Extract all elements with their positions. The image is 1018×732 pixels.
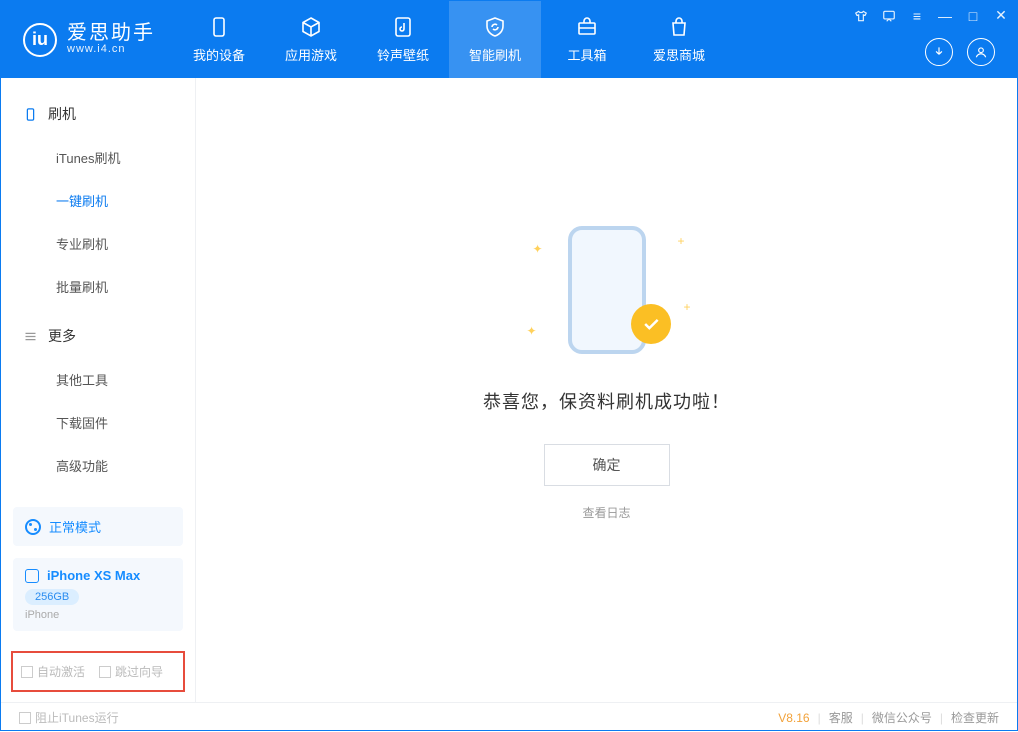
sidebar-item-batch-flash[interactable]: 批量刷机 bbox=[1, 265, 195, 308]
tab-label: 铃声壁纸 bbox=[377, 45, 429, 64]
minimize-button[interactable]: — bbox=[937, 8, 953, 24]
account-button[interactable] bbox=[967, 38, 995, 66]
checkbox-skip-guide[interactable]: 跳过向导 bbox=[99, 663, 163, 680]
logo[interactable]: iu 爱思助手 www.i4.cn bbox=[1, 1, 173, 78]
tab-device[interactable]: 我的设备 bbox=[173, 1, 265, 78]
tab-label: 智能刷机 bbox=[469, 45, 521, 64]
checkbox-box bbox=[21, 666, 33, 678]
tab-flash[interactable]: 智能刷机 bbox=[449, 1, 541, 78]
tab-label: 应用游戏 bbox=[285, 45, 337, 64]
checkbox-label: 自动激活 bbox=[37, 663, 85, 680]
body: 刷机 iTunes刷机 一键刷机 专业刷机 批量刷机 更多 其他工具 下载固件 … bbox=[1, 78, 1017, 702]
bag-icon bbox=[667, 15, 691, 39]
app-name: 爱思助手 bbox=[67, 23, 155, 44]
success-illustration: ✦ + ✦ + bbox=[527, 220, 687, 360]
mode-card[interactable]: 正常模式 bbox=[13, 507, 183, 546]
checkmark-badge bbox=[631, 304, 671, 344]
download-button[interactable] bbox=[925, 38, 953, 66]
shirt-icon[interactable] bbox=[853, 9, 869, 23]
checkbox-label: 阻止iTunes运行 bbox=[35, 709, 119, 726]
sparkle-icon: + bbox=[677, 234, 684, 248]
tab-apps[interactable]: 应用游戏 bbox=[265, 1, 357, 78]
checkbox-label: 跳过向导 bbox=[115, 663, 163, 680]
logo-text: 爱思助手 www.i4.cn bbox=[67, 23, 155, 56]
maximize-button[interactable]: □ bbox=[965, 8, 981, 24]
sidebar: 刷机 iTunes刷机 一键刷机 专业刷机 批量刷机 更多 其他工具 下载固件 … bbox=[1, 78, 196, 702]
sparkle-icon: ✦ bbox=[533, 242, 543, 256]
version-label: V8.16 bbox=[778, 711, 809, 725]
checkbox-auto-activate[interactable]: 自动激活 bbox=[21, 663, 85, 680]
bottom-options: 自动激活 跳过向导 bbox=[11, 651, 185, 692]
sidebar-item-other-tools[interactable]: 其他工具 bbox=[1, 358, 195, 401]
menu-icon[interactable]: ≡ bbox=[909, 8, 925, 24]
sidebar-section-flash: 刷机 bbox=[1, 96, 195, 132]
mode-label: 正常模式 bbox=[49, 517, 101, 536]
app-website: www.i4.cn bbox=[67, 44, 155, 56]
device-storage: 256GB bbox=[25, 589, 79, 605]
toolbox-icon bbox=[575, 15, 599, 39]
checkbox-box bbox=[19, 712, 31, 724]
mode-icon bbox=[25, 519, 41, 535]
sidebar-items-more: 其他工具 下载固件 高级功能 bbox=[1, 354, 195, 497]
ok-button[interactable]: 确定 bbox=[544, 444, 670, 486]
device-type: iPhone bbox=[25, 609, 171, 621]
sidebar-items-flash: iTunes刷机 一键刷机 专业刷机 批量刷机 bbox=[1, 132, 195, 318]
checkbox-block-itunes[interactable]: 阻止iTunes运行 bbox=[19, 709, 119, 726]
tab-rings[interactable]: 铃声壁纸 bbox=[357, 1, 449, 78]
sidebar-item-pro-flash[interactable]: 专业刷机 bbox=[1, 222, 195, 265]
sidebar-item-download-firmware[interactable]: 下载固件 bbox=[1, 401, 195, 444]
window-controls: ≡ — □ ✕ bbox=[853, 7, 1009, 24]
footer: 阻止iTunes运行 V8.16 | 客服 | 微信公众号 | 检查更新 bbox=[1, 702, 1017, 732]
tab-store[interactable]: 爱思商城 bbox=[633, 1, 725, 78]
sparkle-icon: + bbox=[683, 300, 690, 314]
header-actions bbox=[925, 38, 995, 66]
close-button[interactable]: ✕ bbox=[993, 7, 1009, 24]
tab-label: 我的设备 bbox=[193, 45, 245, 64]
checkbox-box bbox=[99, 666, 111, 678]
section-title: 刷机 bbox=[48, 104, 76, 124]
nav-tabs: 我的设备 应用游戏 铃声壁纸 智能刷机 工具箱 爱思商城 bbox=[173, 1, 725, 78]
sidebar-item-advanced[interactable]: 高级功能 bbox=[1, 444, 195, 487]
phone-outline-icon bbox=[23, 107, 38, 122]
logo-icon: iu bbox=[23, 23, 57, 57]
phone-icon bbox=[207, 15, 231, 39]
header: iu 爱思助手 www.i4.cn 我的设备 应用游戏 铃声壁纸 智能刷机 工具… bbox=[1, 1, 1017, 78]
section-title: 更多 bbox=[48, 326, 76, 346]
footer-link-support[interactable]: 客服 bbox=[829, 709, 853, 726]
footer-link-update[interactable]: 检查更新 bbox=[951, 709, 999, 726]
sparkle-icon: ✦ bbox=[527, 324, 537, 338]
music-file-icon bbox=[391, 15, 415, 39]
tab-tools[interactable]: 工具箱 bbox=[541, 1, 633, 78]
footer-link-wechat[interactable]: 微信公众号 bbox=[872, 709, 932, 726]
tab-label: 爱思商城 bbox=[653, 45, 705, 64]
view-log-link[interactable]: 查看日志 bbox=[582, 504, 630, 521]
device-card[interactable]: iPhone XS Max 256GB iPhone bbox=[13, 558, 183, 631]
sidebar-item-itunes-flash[interactable]: iTunes刷机 bbox=[1, 136, 195, 179]
device-icon bbox=[25, 569, 39, 583]
main-content: ✦ + ✦ + 恭喜您，保资料刷机成功啦！ 确定 查看日志 bbox=[196, 78, 1017, 702]
device-name: iPhone XS Max bbox=[47, 568, 140, 583]
list-icon bbox=[23, 329, 38, 344]
shield-refresh-icon bbox=[483, 15, 507, 39]
success-message: 恭喜您，保资料刷机成功啦！ bbox=[483, 388, 730, 414]
sidebar-item-onekey-flash[interactable]: 一键刷机 bbox=[1, 179, 195, 222]
sidebar-section-more: 更多 bbox=[1, 318, 195, 354]
cube-icon bbox=[299, 15, 323, 39]
feedback-icon[interactable] bbox=[881, 9, 897, 23]
tab-label: 工具箱 bbox=[567, 45, 606, 64]
